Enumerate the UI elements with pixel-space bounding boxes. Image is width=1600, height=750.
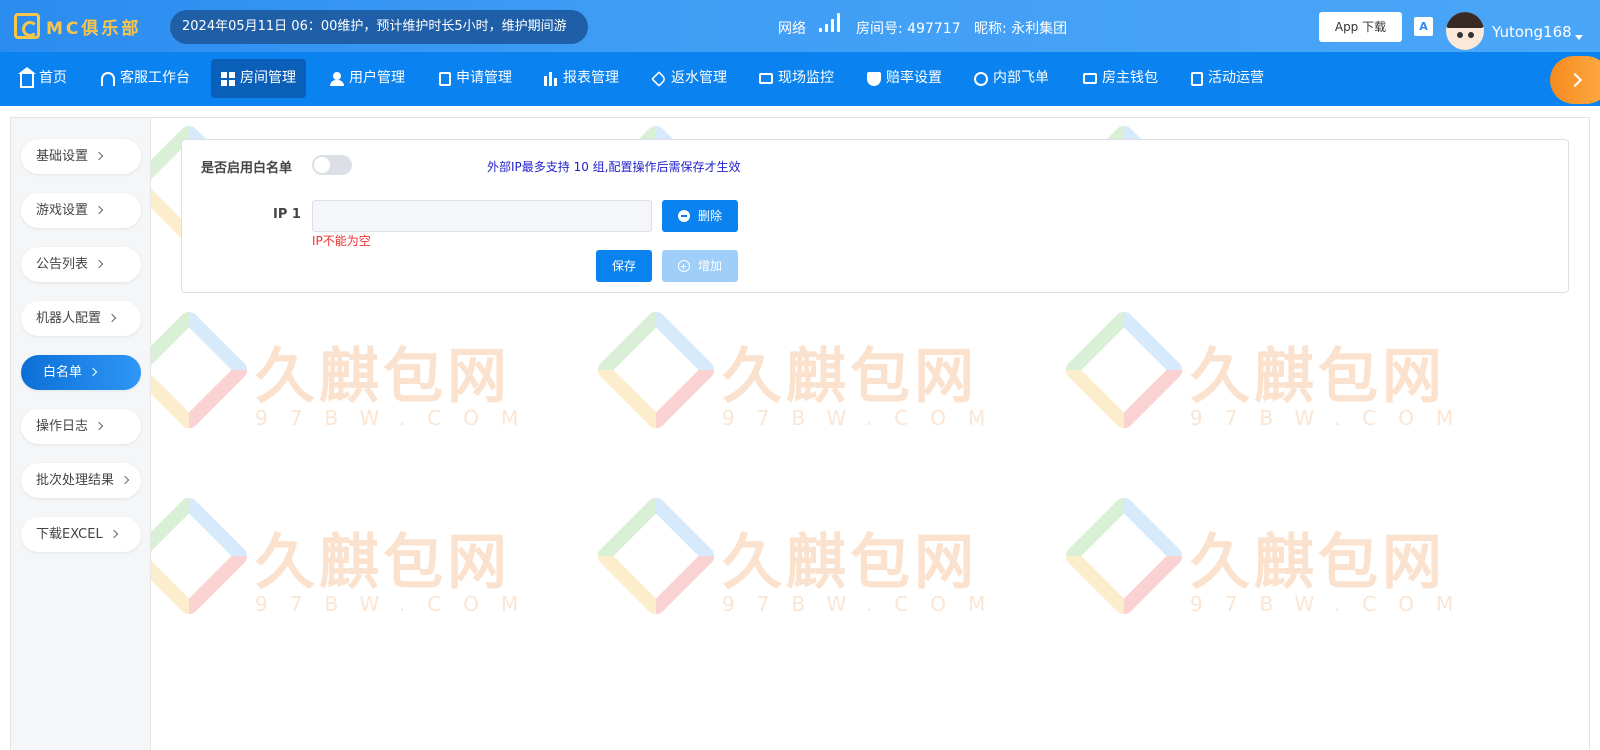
nav-item-users[interactable]: 用户管理 <box>330 59 405 98</box>
save-button[interactable]: 保存 <box>596 250 652 282</box>
nav-item-apply[interactable]: 申请管理 <box>439 59 512 98</box>
nav-item-service[interactable]: 客服工作台 <box>101 59 190 98</box>
sidebar-item-label: 基础设置 <box>36 149 89 164</box>
plus-circle-icon <box>677 260 690 272</box>
chevron-right-icon <box>107 313 117 323</box>
app-download-button[interactable]: App 下载 <box>1319 12 1402 42</box>
nav-item-internal[interactable]: 内部飞单 <box>974 59 1049 98</box>
sidebar-item-robot[interactable]: 机器人配置 <box>21 301 141 336</box>
nav-item-wallet[interactable]: 房主钱包 <box>1083 59 1158 98</box>
sidebar-item-label: 机器人配置 <box>36 311 102 326</box>
nav-item-home[interactable]: 首页 <box>18 59 67 98</box>
wallet-icon <box>1083 73 1097 84</box>
username[interactable]: Yutong168 <box>1492 23 1572 41</box>
top-bar: MC俱乐部 2024年05月11日 06：00维护，预计维护时长5小时，维护期间… <box>0 0 1600 52</box>
chevron-down-icon[interactable] <box>1575 35 1583 40</box>
sidebar-item-excel[interactable]: 下载EXCEL <box>21 517 141 552</box>
nav-item-label: 房间管理 <box>240 70 296 86</box>
brand-logo[interactable]: MC俱乐部 <box>14 12 141 40</box>
sidebar-item-logs[interactable]: 操作日志 <box>21 409 141 444</box>
monitor-icon <box>759 73 773 84</box>
chevron-right-icon <box>94 421 104 431</box>
sidebar-item-label: 操作日志 <box>36 419 89 434</box>
clock-icon <box>974 71 988 86</box>
whitelist-tip: 外部IP最多支持 10 组,配置操作后需保存才生效 <box>487 160 741 174</box>
sidebar-item-basic[interactable]: 基础设置 <box>21 139 141 174</box>
nav-item-label: 首页 <box>39 70 67 86</box>
chevron-right-icon <box>94 151 104 161</box>
nav-item-label: 返水管理 <box>671 70 727 86</box>
nav-item-reports[interactable]: 报表管理 <box>544 59 619 98</box>
nav-item-label: 用户管理 <box>349 70 405 86</box>
nav-item-label: 内部飞单 <box>993 70 1049 86</box>
enable-whitelist-toggle[interactable] <box>312 155 352 175</box>
sidebar-item-announcements[interactable]: 公告列表 <box>21 247 141 282</box>
chevron-right-icon <box>88 367 98 377</box>
nav-item-events[interactable]: 活动运营 <box>1191 59 1264 98</box>
sidebar-item-label: 游戏设置 <box>36 203 89 218</box>
user-icon <box>330 71 344 86</box>
room-number: 房间号: 497717 <box>856 21 961 37</box>
sidebar-item-whitelist[interactable]: 白名单 <box>21 355 141 390</box>
bar-chart-icon <box>544 71 558 86</box>
nav-item-label: 现场监控 <box>778 70 834 86</box>
nav-item-label: 申请管理 <box>456 70 512 86</box>
nav-item-label: 赔率设置 <box>886 70 942 86</box>
nav-item-label: 房主钱包 <box>1102 70 1158 86</box>
delete-label: 删除 <box>697 209 722 223</box>
ip-label: IP 1 <box>273 207 301 222</box>
nav-item-rebate[interactable]: 返水管理 <box>651 59 727 98</box>
chevron-right-icon <box>120 475 130 485</box>
avatar[interactable] <box>1446 12 1484 50</box>
main-nav: 首页 客服工作台 房间管理 用户管理 申请管理 报表管理 返水管理 现场监控 赔… <box>0 52 1600 106</box>
shield-icon <box>867 71 881 86</box>
network-label: 网络 <box>778 21 806 37</box>
nav-item-label: 客服工作台 <box>120 70 190 86</box>
sidebar-item-label: 批次处理结果 <box>36 473 115 488</box>
nav-item-monitor[interactable]: 现场监控 <box>759 59 834 98</box>
headset-icon <box>101 71 115 86</box>
nav-item-label: 报表管理 <box>563 70 619 86</box>
sidebar-item-label: 下载EXCEL <box>36 527 103 542</box>
sidebar-item-game[interactable]: 游戏设置 <box>21 193 141 228</box>
settings-sidebar: 基础设置 游戏设置 公告列表 机器人配置 白名单 操作日志 批次处理结果 下载E… <box>11 118 151 750</box>
chevron-right-icon <box>94 205 104 215</box>
nav-item-odds[interactable]: 赔率设置 <box>867 59 942 98</box>
language-icon[interactable]: A <box>1414 17 1433 36</box>
chevron-right-icon <box>94 259 104 269</box>
nav-scroll-right-button[interactable] <box>1550 56 1600 104</box>
nickname: 昵称: 永利集团 <box>974 21 1068 37</box>
delete-ip-button[interactable]: 删除 <box>662 200 738 232</box>
ip-input[interactable] <box>312 200 652 232</box>
logo-text: MC俱乐部 <box>46 18 142 39</box>
document-icon <box>439 71 451 86</box>
yen-icon <box>1191 71 1203 86</box>
sidebar-item-label: 白名单 <box>43 365 83 380</box>
chevron-right-icon <box>109 529 118 539</box>
logo-icon <box>14 13 40 39</box>
nav-item-room[interactable]: 房间管理 <box>211 59 306 98</box>
enable-whitelist-label: 是否启用白名单 <box>201 161 293 176</box>
add-label: 增加 <box>697 259 722 273</box>
tag-icon <box>651 70 667 87</box>
nav-item-label: 活动运营 <box>1208 70 1264 86</box>
minus-circle-icon <box>677 210 690 222</box>
ip-error-message: IP不能为空 <box>312 234 371 248</box>
sidebar-item-label: 公告列表 <box>36 257 89 272</box>
signal-strength-icon <box>819 12 845 32</box>
maintenance-notice: 2024年05月11日 06：00维护，预计维护时长5小时，维护期间游 <box>170 10 588 44</box>
sidebar-item-batch[interactable]: 批次处理结果 <box>21 463 141 498</box>
home-icon <box>18 66 36 88</box>
grid-icon <box>221 71 235 86</box>
add-ip-button[interactable]: 增加 <box>662 250 738 282</box>
